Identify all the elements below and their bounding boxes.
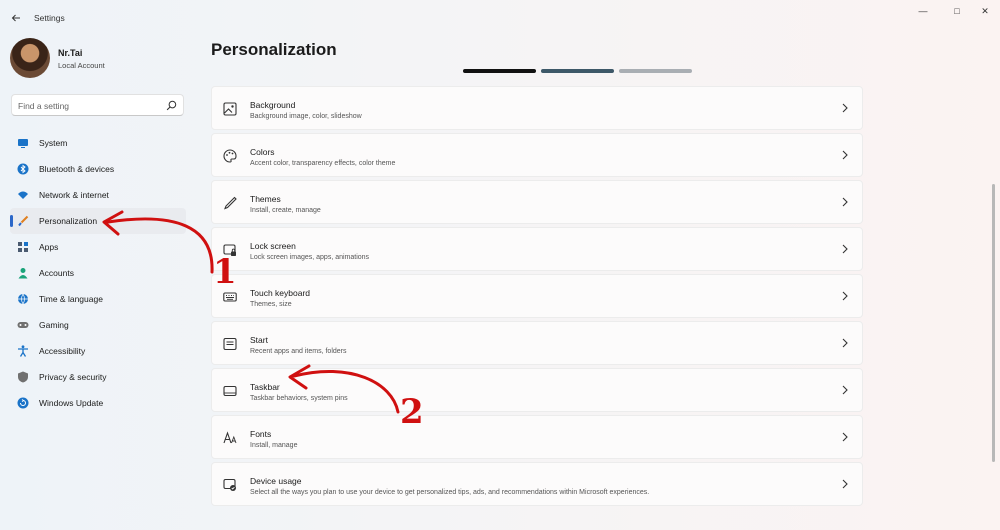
sidebar-item-time-language[interactable]: Time & language: [10, 286, 186, 312]
setting-card-background[interactable]: Background Background image, color, slid…: [211, 86, 863, 130]
sidebar-item-label: Accounts: [39, 268, 74, 278]
search-box[interactable]: [11, 94, 184, 116]
chevron-right-icon: [842, 244, 848, 254]
sidebar-nav: System Bluetooth & devices Network & int…: [10, 130, 186, 416]
sidebar-item-network[interactable]: Network & internet: [10, 182, 186, 208]
annotation-step-1: 1: [213, 252, 237, 292]
wifi-icon: [17, 189, 29, 201]
maximize-button[interactable]: □: [942, 4, 972, 18]
scrollbar[interactable]: [992, 184, 995, 462]
chevron-right-icon: [842, 338, 848, 348]
sidebar-item-apps[interactable]: Apps: [10, 234, 186, 260]
chevron-right-icon: [842, 385, 848, 395]
card-title: Fonts: [250, 429, 272, 439]
annotation-step-2: 2: [400, 392, 424, 432]
card-description: Taskbar behaviors, system pins: [250, 395, 348, 402]
pen-icon: [222, 195, 238, 211]
card-title: Background: [250, 100, 296, 110]
sidebar-item-bluetooth[interactable]: Bluetooth & devices: [10, 156, 186, 182]
sidebar-item-label: Windows Update: [39, 398, 104, 408]
setting-card-colors[interactable]: Colors Accent color, transparency effect…: [211, 133, 863, 177]
card-title: Themes: [250, 194, 281, 204]
sidebar-item-windows-update[interactable]: Windows Update: [10, 390, 186, 416]
sidebar-item-label: Privacy & security: [39, 372, 107, 382]
card-description: Install, manage: [250, 442, 298, 449]
account-type: Local Account: [58, 61, 105, 70]
bluetooth-icon: [17, 163, 29, 175]
apps-icon: [17, 241, 29, 253]
arrow-left-icon: [11, 14, 20, 22]
card-description: Recent apps and items, folders: [250, 348, 347, 355]
shield-icon: [17, 371, 29, 383]
close-button[interactable]: ✕: [970, 4, 1000, 18]
brush-icon: [17, 215, 29, 227]
card-description: Select all the ways you plan to use your…: [250, 489, 650, 496]
card-title: Device usage: [250, 476, 302, 486]
fonts-icon: [222, 430, 238, 446]
palette-icon: [222, 148, 238, 164]
setting-card-fonts[interactable]: Fonts Install, manage: [211, 415, 863, 459]
page-title: Personalization: [211, 40, 337, 59]
settings-list: Background Background image, color, slid…: [211, 86, 863, 509]
chevron-right-icon: [842, 150, 848, 160]
card-title: Taskbar: [250, 382, 280, 392]
theme-preview-dark[interactable]: [463, 69, 536, 73]
globe-icon: [17, 293, 29, 305]
sidebar-item-label: Network & internet: [39, 190, 109, 200]
gamepad-icon: [17, 319, 29, 331]
user-name: Nr.Tai: [58, 48, 83, 58]
back-button[interactable]: [8, 10, 24, 26]
sidebar-item-privacy[interactable]: Privacy & security: [10, 364, 186, 390]
sidebar-item-label: Accessibility: [39, 346, 86, 356]
card-description: Themes, size: [250, 301, 292, 308]
setting-card-lock-screen[interactable]: Lock screen Lock screen images, apps, an…: [211, 227, 863, 271]
card-description: Install, create, manage: [250, 207, 321, 214]
sidebar-item-accessibility[interactable]: Accessibility: [10, 338, 186, 364]
card-title: Colors: [250, 147, 275, 157]
chevron-right-icon: [842, 291, 848, 301]
sidebar-item-label: Personalization: [39, 216, 98, 226]
theme-preview-light[interactable]: [619, 69, 692, 73]
card-description: Background image, color, slideshow: [250, 113, 362, 120]
card-title: Touch keyboard: [250, 288, 311, 298]
card-description: Lock screen images, apps, animations: [250, 254, 370, 261]
chevron-right-icon: [842, 479, 848, 489]
sidebar-item-system[interactable]: System: [10, 130, 186, 156]
sidebar-item-label: Time & language: [39, 294, 103, 304]
sidebar-item-label: System: [39, 138, 68, 148]
search-icon[interactable]: [166, 100, 177, 111]
chevron-right-icon: [842, 197, 848, 207]
accessibility-icon: [17, 345, 29, 357]
minimize-button[interactable]: —: [908, 4, 938, 18]
sidebar-item-accounts[interactable]: Accounts: [10, 260, 186, 286]
setting-card-device-usage[interactable]: Device usage Select all the ways you pla…: [211, 462, 863, 506]
start-icon: [222, 336, 238, 352]
device-usage-icon: [222, 477, 238, 493]
avatar[interactable]: [10, 38, 50, 78]
card-description: Accent color, transparency effects, colo…: [250, 160, 396, 167]
setting-card-touch-keyboard[interactable]: Touch keyboard Themes, size: [211, 274, 863, 318]
card-title: Start: [250, 335, 268, 345]
update-icon: [17, 397, 29, 409]
sidebar-item-label: Bluetooth & devices: [39, 164, 115, 174]
setting-card-taskbar[interactable]: Taskbar Taskbar behaviors, system pins: [211, 368, 863, 412]
sidebar-item-gaming[interactable]: Gaming: [10, 312, 186, 338]
sidebar-item-personalization[interactable]: Personalization: [10, 208, 186, 234]
setting-card-start[interactable]: Start Recent apps and items, folders: [211, 321, 863, 365]
chevron-right-icon: [842, 432, 848, 442]
app-title: Settings: [34, 13, 65, 23]
image-icon: [222, 101, 238, 117]
sidebar-item-label: Gaming: [39, 320, 69, 330]
person-icon: [17, 267, 29, 279]
taskbar-icon: [222, 383, 238, 399]
sidebar-item-label: Apps: [39, 242, 59, 252]
card-title: Lock screen: [250, 241, 296, 251]
search-input[interactable]: [18, 98, 168, 113]
active-indicator: [10, 215, 13, 227]
setting-card-themes[interactable]: Themes Install, create, manage: [211, 180, 863, 224]
monitor-icon: [17, 137, 29, 149]
chevron-right-icon: [842, 103, 848, 113]
theme-preview-blue[interactable]: [541, 69, 614, 73]
title-bar: Settings — □ ✕: [0, 0, 1000, 34]
